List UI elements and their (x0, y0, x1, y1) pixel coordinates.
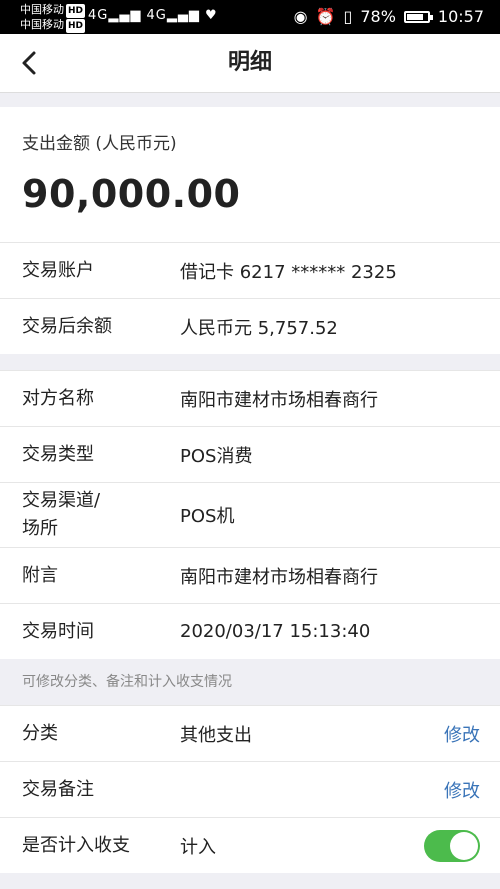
nav-bar: 明细 (0, 34, 500, 93)
alarm-icon: ⏰ (315, 7, 336, 26)
row-value: 南阳市建材市场相春商行 (180, 389, 378, 411)
battery-percent: 78% (360, 7, 396, 26)
back-arrow-icon[interactable] (18, 49, 44, 77)
account-section: 交易账户 借记卡 6217 ****** 2325 交易后余额 人民币元 5,7… (0, 242, 500, 354)
row-key: 交易后余额 (22, 315, 112, 337)
status-right: ◉ ⏰ ▯ 78% 10:57 (294, 7, 484, 26)
row-value: POS机 (180, 506, 235, 527)
edit-hint: 可修改分类、备注和计入收支情况 (0, 659, 500, 705)
row-time: 交易时间 2020/03/17 15:13:40 (0, 603, 500, 659)
row-channel: 交易渠道/ 场所 POS机 (0, 482, 500, 547)
row-value: 人民币元 5,757.52 (180, 317, 338, 339)
row-remark: 交易备注 修改 (0, 761, 500, 817)
row-account: 交易账户 借记卡 6217 ****** 2325 (0, 242, 500, 298)
row-key: 附言 (22, 564, 58, 586)
hd-badge-1: HD (66, 4, 86, 18)
network-type-1: 4G (88, 8, 109, 23)
amount-value: 90,000.00 (22, 172, 241, 216)
row-value: 南阳市建材市场相春商行 (180, 566, 378, 588)
row-key: 是否计入收支 (22, 834, 130, 856)
battery-icon (403, 10, 433, 23)
row-counterparty: 对方名称 南阳市建材市场相春商行 (0, 370, 500, 426)
carrier-2: 中国移动 (20, 18, 64, 31)
status-bar: 中国移动 HD 中国移动 HD 4G▂▄▆ 4G▂▄▆ ♥ ◉ ⏰ ▯ 78% 10… (0, 0, 500, 34)
amount-label: 支出金额 (人民币元) (22, 134, 177, 154)
eye-icon: ◉ (293, 7, 308, 26)
section-gap (0, 354, 500, 370)
row-key: 交易类型 (22, 443, 94, 465)
page-title: 明细 (227, 50, 272, 75)
row-balance: 交易后余额 人民币元 5,757.52 (0, 298, 500, 354)
row-count-toggle: 是否计入收支 计入 (0, 817, 500, 873)
signal-icon: ▂▄▆ (108, 8, 142, 23)
vibrate-icon: ▯ (343, 7, 353, 26)
count-toggle-switch[interactable] (424, 830, 480, 862)
row-key: 分类 (22, 722, 58, 744)
amount-card: 支出金额 (人民币元) 90,000.00 (0, 107, 500, 242)
row-key: 交易渠道/ 场所 (22, 490, 101, 539)
row-key: 交易备注 (22, 778, 94, 800)
editable-section: 分类 其他支出 修改 交易备注 修改 是否计入收支 计入 (0, 705, 500, 873)
edit-remark-button[interactable]: 修改 (444, 777, 480, 803)
row-memo: 附言 南阳市建材市场相春商行 (0, 547, 500, 603)
row-value: POS消费 (180, 445, 253, 467)
row-key: 对方名称 (22, 387, 94, 409)
edit-category-button[interactable]: 修改 (444, 721, 480, 747)
heart-icon: ♥ (205, 8, 218, 23)
toggle-knob (450, 832, 478, 860)
clock: 10:57 (437, 7, 484, 26)
battery-fill (406, 13, 423, 20)
detail-section: 对方名称 南阳市建材市场相春商行 交易类型 POS消费 交易渠道/ 场所 POS… (0, 370, 500, 659)
network-indicator: 4G▂▄▆ 4G▂▄▆ ♥ (88, 8, 218, 23)
row-key: 交易账户 (22, 259, 94, 281)
network-type-2: 4G (146, 8, 167, 23)
row-category: 分类 其他支出 修改 (0, 705, 500, 761)
carrier-1: 中国移动 (20, 3, 64, 16)
row-value: 借记卡 6217 ****** 2325 (180, 261, 397, 283)
row-key: 交易时间 (22, 620, 94, 642)
signal-icon: ▂▄▆ (166, 8, 200, 23)
row-value: 2020/03/17 15:13:40 (180, 621, 371, 642)
row-type: 交易类型 POS消费 (0, 426, 500, 482)
hd-badge-2: HD (66, 19, 86, 33)
carrier-info: 中国移动 HD 中国移动 HD (20, 3, 86, 33)
